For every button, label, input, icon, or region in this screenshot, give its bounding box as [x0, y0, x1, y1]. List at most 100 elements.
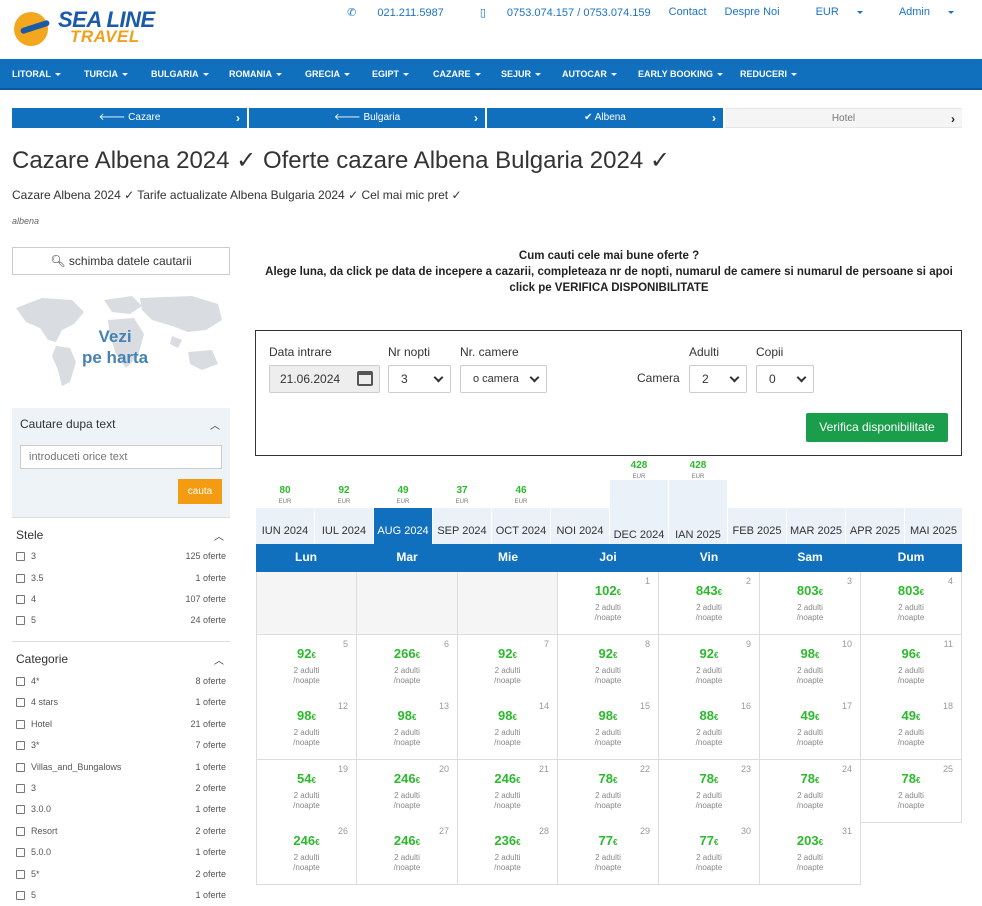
change-search-button[interactable]: 🔍︎ schimba datele cautarii	[12, 247, 230, 275]
filter-option[interactable]: 4 107 oferte	[16, 593, 226, 607]
checkbox[interactable]	[16, 698, 25, 707]
nav-item-sejur[interactable]: SEJUR	[501, 59, 542, 90]
filter-option[interactable]: 4 stars 1 oferte	[16, 696, 226, 710]
breadcrumb-step-bulgaria[interactable]: 🡐 Bulgaria ›	[249, 108, 485, 128]
nav-item-litoral[interactable]: LITORAL	[12, 59, 61, 90]
calendar-day-cell[interactable]: 19 54€ 2 adulti/noapte	[256, 760, 357, 823]
nav-item-turcia[interactable]: TURCIA	[84, 59, 128, 90]
calendar-day-cell[interactable]: 9 92€ 2 adulti/noapte	[659, 635, 760, 698]
checkbox[interactable]	[16, 741, 25, 750]
month-tab[interactable]: MAI 2025	[905, 508, 962, 544]
nav-item-grecia[interactable]: GRECIA	[305, 59, 351, 90]
breadcrumb-step-cazare[interactable]: 🡐 Cazare ›	[12, 108, 247, 128]
world-map-link[interactable]: Vezi pe harta	[12, 290, 230, 390]
calendar-day-cell[interactable]: 10 98€ 2 adulti/noapte	[760, 635, 861, 698]
checkbox[interactable]	[16, 848, 25, 857]
calendar-day-cell[interactable]: 27 246€ 2 adulti/noapte	[357, 822, 458, 885]
month-tab[interactable]: OCT 2024	[492, 508, 550, 544]
checkbox[interactable]	[16, 891, 25, 900]
calendar-day-cell[interactable]: 13 98€ 2 adulti/noapte	[357, 697, 458, 760]
contact-link[interactable]: Contact	[669, 6, 707, 19]
chevron-up-icon[interactable]: ︿	[214, 528, 224, 543]
calendar-day-cell[interactable]: 4 803€ 2 adulti/noapte	[861, 572, 962, 635]
month-tab[interactable]: IUN 2024	[256, 508, 314, 544]
chevron-up-icon[interactable]: ︿	[214, 652, 224, 667]
month-tab[interactable]: DEC 2024	[610, 480, 668, 544]
calendar-day-cell[interactable]: 30 77€ 2 adulti/noapte	[659, 822, 760, 885]
filter-option[interactable]: Villas_and_Bungalows 1 oferte	[16, 761, 226, 775]
calendar-day-cell[interactable]: 2 843€ 2 adulti/noapte	[659, 572, 760, 635]
calendar-day-cell[interactable]: 15 98€ 2 adulti/noapte	[558, 697, 659, 760]
mobile-link[interactable]: ▯ 0753.074.157 / 0753.074.159	[462, 6, 651, 19]
checkbox[interactable]	[16, 784, 25, 793]
date-input[interactable]: 21.06.2024	[269, 365, 380, 393]
calendar-day-cell[interactable]: 29 77€ 2 adulti/noapte	[558, 822, 659, 885]
month-tab[interactable]: MAR 2025	[787, 508, 845, 544]
breadcrumb-step-hotel[interactable]: Hotel ›	[725, 108, 962, 128]
checkbox[interactable]	[16, 870, 25, 879]
calendar-day-cell[interactable]: 14 98€ 2 adulti/noapte	[458, 697, 558, 760]
month-tab[interactable]: NOI 2024	[551, 508, 609, 544]
nav-item-bulgaria[interactable]: BULGARIA	[151, 59, 209, 90]
calendar-day-cell[interactable]: 23 78€ 2 adulti/noapte	[659, 760, 760, 823]
filter-option[interactable]: 5.0.0 1 oferte	[16, 846, 226, 860]
nav-item-autocar[interactable]: AUTOCAR	[562, 59, 617, 90]
filter-option[interactable]: 3* 7 oferte	[16, 739, 226, 753]
nav-item-cazare[interactable]: CAZARE	[433, 59, 481, 90]
calendar-day-cell[interactable]: 6 266€ 2 adulti/noapte	[357, 635, 458, 698]
calendar-day-cell[interactable]: 22 78€ 2 adulti/noapte	[558, 760, 659, 823]
calendar-day-cell[interactable]: 7 92€ 2 adulti/noapte	[458, 635, 558, 698]
nav-item-reduceri[interactable]: REDUCERI	[740, 59, 798, 90]
nights-select[interactable]: 3	[388, 365, 451, 393]
month-tab[interactable]: FEB 2025	[728, 508, 786, 544]
calendar-day-cell[interactable]: 25 78€ 2 adulti/noapte	[861, 760, 962, 823]
site-logo[interactable]: SEA LINE TRAVEL	[12, 7, 164, 50]
about-link[interactable]: Despre Noi	[725, 6, 780, 19]
calendar-day-cell[interactable]: 17 49€ 2 adulti/noapte	[760, 697, 861, 760]
text-search-button[interactable]: cauta	[178, 479, 222, 504]
filter-option[interactable]: 4* 8 oferte	[16, 675, 226, 689]
checkbox[interactable]	[16, 827, 25, 836]
checkbox[interactable]	[16, 616, 25, 625]
checkbox[interactable]	[16, 595, 25, 604]
filter-option[interactable]: 5 1 oferte	[16, 889, 226, 903]
checkbox[interactable]	[16, 805, 25, 814]
calendar-day-cell[interactable]: 21 246€ 2 adulti/noapte	[458, 760, 558, 823]
nav-item-early-booking[interactable]: EARLY BOOKING	[638, 59, 724, 90]
calendar-day-cell[interactable]: 31 203€ 2 adulti/noapte	[760, 822, 861, 885]
rooms-select[interactable]: o camera	[460, 365, 547, 393]
calendar-day-cell[interactable]: 20 246€ 2 adulti/noapte	[357, 760, 458, 823]
calendar-day-cell[interactable]: 28 236€ 2 adulti/noapte	[458, 822, 558, 885]
breadcrumb-step-albena[interactable]: ✔ Albena ›	[487, 108, 723, 128]
calendar-day-cell[interactable]: 1 102€ 2 adulti/noapte	[558, 572, 659, 635]
checkbox[interactable]	[16, 677, 25, 686]
calendar-day-cell[interactable]: 18 49€ 2 adulti/noapte	[861, 697, 962, 760]
nav-item-egipt[interactable]: EGIPT	[372, 59, 410, 90]
checkbox[interactable]	[16, 574, 25, 583]
check-availability-button[interactable]: Verifica disponibilitate	[806, 413, 948, 442]
currency-dropdown[interactable]: EUR	[798, 6, 863, 19]
checkbox[interactable]	[16, 552, 25, 561]
admin-dropdown[interactable]: Admin	[881, 6, 954, 19]
nav-item-romania[interactable]: ROMANIA	[229, 59, 282, 90]
filter-option[interactable]: 3.5 1 oferte	[16, 572, 226, 586]
calendar-day-cell[interactable]: 24 78€ 2 adulti/noapte	[760, 760, 861, 823]
calendar-day-cell[interactable]: 26 246€ 2 adulti/noapte	[256, 822, 357, 885]
calendar-day-cell[interactable]: 8 92€ 2 adulti/noapte	[558, 635, 659, 698]
month-tab[interactable]: APR 2025	[846, 508, 904, 544]
checkbox[interactable]	[16, 763, 25, 772]
phone-link[interactable]: ✆ 021.211.5987	[329, 6, 444, 19]
filter-option[interactable]: 3 2 oferte	[16, 782, 226, 796]
filter-option[interactable]: 5 24 oferte	[16, 614, 226, 628]
calendar-day-cell[interactable]: 12 98€ 2 adulti/noapte	[256, 697, 357, 760]
filter-option[interactable]: 3.0.0 1 oferte	[16, 803, 226, 817]
month-tab[interactable]: IAN 2025	[669, 480, 727, 544]
chevron-up-icon[interactable]: ︿	[210, 417, 220, 432]
month-tab-active[interactable]: AUG 2024	[374, 508, 432, 544]
filter-option[interactable]: 5* 2 oferte	[16, 868, 226, 882]
month-tab[interactable]: IUL 2024	[315, 508, 373, 544]
checkbox[interactable]	[16, 720, 25, 729]
calendar-day-cell[interactable]: 3 803€ 2 adulti/noapte	[760, 572, 861, 635]
calendar-day-cell[interactable]: 16 88€ 2 adulti/noapte	[659, 697, 760, 760]
filter-option[interactable]: Resort 2 oferte	[16, 825, 226, 839]
